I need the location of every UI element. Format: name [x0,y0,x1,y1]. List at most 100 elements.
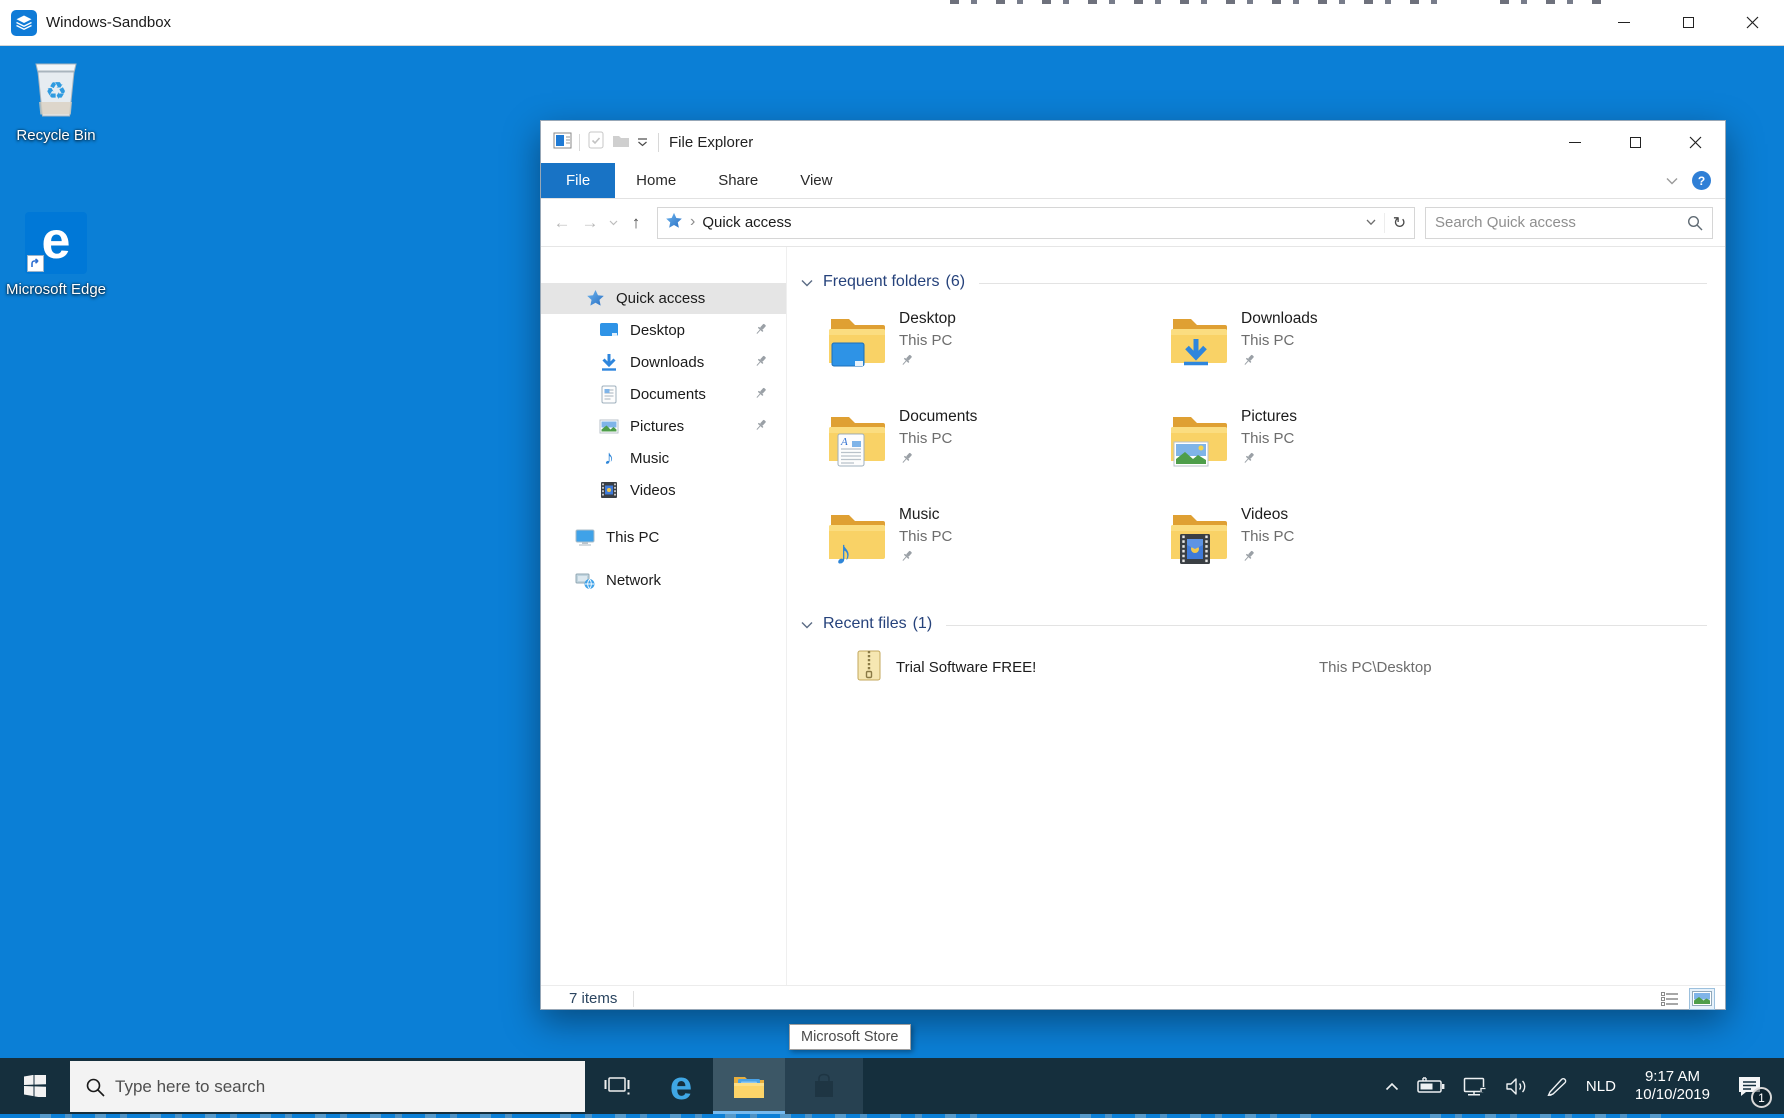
pen-icon[interactable] [1537,1058,1577,1114]
sidebar-item-quick-access[interactable]: Quick access [541,283,786,314]
windows-sandbox-icon [11,9,37,36]
section-header-frequent-folders[interactable]: Frequent folders (6) [799,273,1725,291]
ribbon-tabs: File Home Share View ? [541,163,1725,199]
pin-icon [1241,549,1294,568]
host-maximize-button[interactable] [1656,0,1720,45]
taskbar-file-explorer-button[interactable] [713,1058,785,1114]
tab-view[interactable]: View [779,163,853,198]
documents-folder-icon: A [825,407,889,471]
desktop-icon-recycle-bin[interactable]: ♻ Recycle Bin [4,54,108,145]
network-icon[interactable] [1454,1058,1496,1114]
host-close-button[interactable] [1720,0,1784,45]
recent-file-location: This PC\Desktop [1319,658,1432,676]
taskbar: e NLD 9:17 AM [0,1058,1784,1114]
desktop-folder-icon [597,322,621,338]
folder-content-pane: Frequent folders (6) Desktop This PC Dow… [787,247,1725,985]
expand-ribbon-chevron-icon[interactable] [1666,172,1678,189]
refresh-button[interactable]: ↻ [1384,212,1414,233]
music-icon: ♪ [604,447,614,469]
up-button[interactable]: ↑ [623,213,649,233]
taskbar-search-input[interactable] [115,1076,585,1097]
folder-tile-videos[interactable]: Videos This PC [1167,505,1509,569]
folder-tile-pictures[interactable]: Pictures This PC [1167,407,1509,471]
forward-button[interactable]: → [577,213,603,233]
volume-icon[interactable] [1496,1058,1537,1114]
pin-icon [753,418,768,437]
sidebar-item-network[interactable]: Network [541,565,786,596]
explorer-search-input[interactable] [1426,214,1687,231]
breadcrumb-location[interactable]: Quick access [702,214,791,231]
tab-share[interactable]: Share [697,163,779,198]
explorer-window-title: File Explorer [669,133,754,151]
clock-date: 10/10/2019 [1634,1086,1710,1103]
qat-properties-icon[interactable] [553,132,572,153]
items-count: 7 items [569,990,618,1007]
help-button[interactable]: ? [1692,171,1711,190]
downloads-icon [597,353,621,372]
collapse-chevron-icon[interactable] [801,621,813,629]
folder-tile-documents[interactable]: A Documents This PC [825,407,1167,471]
explorer-minimize-button[interactable] [1545,121,1605,163]
battery-icon[interactable] [1408,1058,1454,1114]
pin-icon [753,322,768,341]
back-button[interactable]: ← [549,213,575,233]
quick-access-star-icon [583,289,607,308]
quick-access-star-icon [665,212,683,234]
pin-icon [899,549,952,568]
pin-icon [1241,451,1297,470]
recent-locations-chevron-icon[interactable] [605,220,621,226]
desktop-icon-microsoft-edge[interactable]: e Microsoft Edge [4,208,108,299]
language-indicator[interactable]: NLD [1577,1058,1625,1114]
taskbar-clock[interactable]: 9:17 AM 10/10/2019 [1625,1068,1720,1104]
sidebar-item-this-pc[interactable]: This PC [541,522,786,553]
explorer-maximize-button[interactable] [1605,121,1665,163]
tab-home[interactable]: Home [615,163,697,198]
section-header-recent-files[interactable]: Recent files (1) [799,615,1725,633]
edge-icon: e [25,212,87,274]
zip-file-icon [857,650,881,685]
search-icon[interactable] [1687,215,1703,231]
recent-file-row[interactable]: Trial Software FREE! This PC\Desktop [799,649,1725,685]
pin-icon [753,354,768,373]
explorer-close-button[interactable] [1665,121,1725,163]
sidebar-item-music[interactable]: ♪ Music [541,442,786,474]
details-view-button[interactable] [1657,988,1683,1010]
taskbar-microsoft-store-button[interactable] [785,1058,863,1114]
pin-icon [899,353,956,372]
screen-artifact [1430,1114,1670,1118]
collapse-chevron-icon[interactable] [801,279,813,287]
notification-badge: 1 [1751,1087,1772,1108]
music-note-glyph: ♪ [835,534,852,572]
action-center-button[interactable]: 1 [1720,1058,1778,1114]
folder-tile-desktop[interactable]: Desktop This PC [825,309,1167,373]
network-icon [573,572,597,590]
folder-tile-downloads[interactable]: Downloads This PC [1167,309,1509,373]
explorer-titlebar: File Explorer [541,121,1725,163]
hidden-icons-chevron[interactable] [1376,1058,1408,1114]
address-bar-row: ← → ↑ › Quick access ↻ [541,199,1725,247]
address-dropdown-chevron-icon[interactable] [1358,219,1384,226]
status-bar: 7 items [541,985,1725,1011]
music-folder-icon: ♪ [825,505,889,572]
qat-new-item-icon[interactable] [587,131,605,153]
desktop-folder-icon [825,309,889,373]
task-view-button[interactable] [585,1058,649,1114]
sidebar-item-desktop[interactable]: Desktop [541,314,786,346]
host-minimize-button[interactable] [1592,0,1656,45]
qat-folder-icon[interactable] [612,133,630,152]
sidebar-item-videos[interactable]: Videos [541,474,786,506]
sidebar-item-documents[interactable]: Documents [541,378,786,410]
folder-tile-music[interactable]: ♪ Music This PC [825,505,1167,572]
breadcrumb-chevron[interactable]: › [690,213,695,231]
start-button[interactable] [0,1058,70,1114]
sidebar-item-pictures[interactable]: Pictures [541,410,786,442]
sidebar-item-downloads[interactable]: Downloads [541,346,786,378]
desktop-icon-label: Microsoft Edge [5,281,107,298]
large-icons-view-button[interactable] [1689,987,1715,1010]
recycle-symbol-glyph: ♻ [45,78,67,105]
screen-artifact [1500,0,1610,4]
tab-file[interactable]: File [541,163,616,198]
address-bar[interactable]: › Quick access ↻ [657,206,1415,239]
qat-customize-chevron-icon[interactable] [637,134,648,151]
taskbar-edge-button[interactable]: e [649,1058,713,1114]
